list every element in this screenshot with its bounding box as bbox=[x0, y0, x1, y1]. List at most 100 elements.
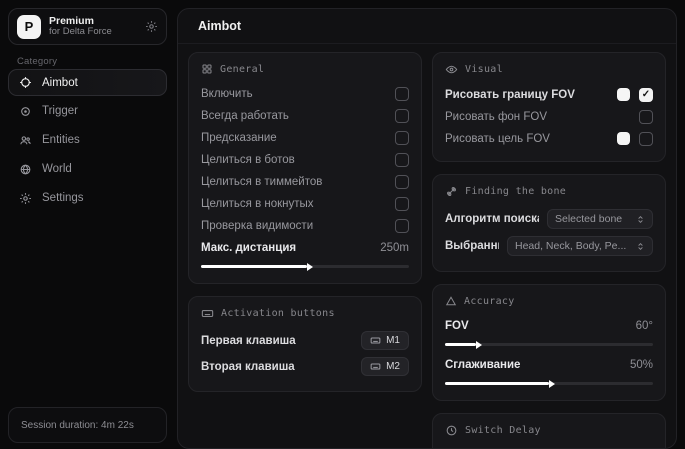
slider-thumb[interactable] bbox=[307, 263, 313, 271]
keybind-label: Вторая клавиша bbox=[201, 361, 353, 373]
sidebar-item-label: Settings bbox=[42, 192, 84, 204]
checkbox[interactable] bbox=[639, 132, 653, 146]
toggle-row: Задержка переключения bbox=[445, 445, 653, 449]
keybind-row: Вторая клавиша M2 bbox=[201, 354, 409, 379]
card-general-header: General bbox=[201, 63, 409, 75]
slider-value: 250m bbox=[380, 242, 409, 254]
toggle-label: Предсказание bbox=[201, 132, 387, 144]
sidebar-nav: Aimbot Trigger Entities bbox=[8, 69, 167, 213]
slider-thumb[interactable] bbox=[549, 380, 555, 388]
crosshair-icon bbox=[19, 76, 32, 89]
toggle-row: Предсказание bbox=[201, 127, 409, 148]
card-general: General Включить Всегда работать Предска… bbox=[188, 52, 422, 284]
sidebar-item-label: Entities bbox=[42, 134, 80, 146]
sidebar-item-entities[interactable]: Entities bbox=[8, 126, 167, 154]
sidebar-item-world[interactable]: World bbox=[8, 155, 167, 183]
card-bone-header: Finding the bone bbox=[445, 185, 653, 198]
toggle-label: Всегда работать bbox=[201, 110, 387, 122]
grid-icon bbox=[201, 63, 213, 75]
sidebar: P Premium for Delta Force Category bbox=[0, 0, 175, 449]
checkbox[interactable] bbox=[639, 110, 653, 124]
bone-icon bbox=[445, 185, 458, 198]
fov-slider[interactable] bbox=[445, 343, 653, 346]
chevron-updown-icon bbox=[636, 215, 645, 224]
card-visual-header: Visual bbox=[445, 63, 653, 76]
brand-text: Premium for Delta Force bbox=[49, 15, 137, 38]
slider-thumb[interactable] bbox=[476, 341, 482, 349]
slider-label: Сглаживание bbox=[445, 359, 622, 371]
toggle-row: Проверка видимости bbox=[201, 215, 409, 236]
sidebar-item-label: Aimbot bbox=[42, 77, 78, 89]
session-duration: Session duration: 4m 22s bbox=[8, 407, 167, 443]
dropdown-label: Алгоритм поиска костей bbox=[445, 213, 539, 225]
slider-value: 60° bbox=[636, 320, 653, 332]
keyboard-icon bbox=[370, 335, 381, 346]
brand-subtitle: for Delta Force bbox=[49, 27, 137, 38]
dropdown-value: Head, Neck, Body, Pe... bbox=[515, 240, 626, 252]
bone-algorithm-select[interactable]: Selected bone bbox=[547, 209, 653, 229]
checkbox[interactable] bbox=[639, 88, 653, 102]
keybind-value: M1 bbox=[386, 335, 400, 346]
card-switch-delay: Switch Delay Задержка переключения Задер… bbox=[432, 413, 666, 449]
visual-label: Рисовать границу FOV bbox=[445, 89, 609, 101]
card-title: Activation buttons bbox=[221, 308, 335, 319]
checkbox[interactable] bbox=[395, 153, 409, 167]
card-activation-header: Activation buttons bbox=[201, 307, 409, 320]
slider-row: Сглаживание 50% bbox=[445, 354, 653, 375]
checkbox[interactable] bbox=[395, 175, 409, 189]
sidebar-item-settings[interactable]: Settings bbox=[8, 184, 167, 212]
dropdown-label: Выбранные кости bbox=[445, 240, 499, 252]
keybind-row: Первая клавиша M1 bbox=[201, 328, 409, 353]
card-title: Visual bbox=[465, 64, 503, 75]
keyboard-icon bbox=[201, 307, 214, 320]
card-title: Finding the bone bbox=[465, 186, 566, 197]
keybind-value: M2 bbox=[386, 361, 400, 372]
app-window: P Premium for Delta Force Category bbox=[0, 0, 685, 449]
sidebar-item-label: World bbox=[42, 163, 72, 175]
checkbox[interactable] bbox=[395, 197, 409, 211]
triangle-icon bbox=[445, 295, 457, 307]
gear-icon[interactable] bbox=[145, 20, 158, 33]
checkbox[interactable] bbox=[395, 219, 409, 233]
main-panel: Aimbot General bbox=[177, 8, 677, 449]
max-distance-slider[interactable] bbox=[201, 265, 409, 268]
checkbox[interactable] bbox=[395, 109, 409, 123]
card-title: Accuracy bbox=[464, 296, 515, 307]
toggle-label: Проверка видимости bbox=[201, 220, 387, 232]
toggle-label: Целиться в нокнутых bbox=[201, 198, 387, 210]
visual-label: Рисовать фон FOV bbox=[445, 111, 631, 123]
keybind-button-m1[interactable]: M1 bbox=[361, 331, 409, 350]
card-title: General bbox=[220, 64, 264, 75]
card-finding-bone: Finding the bone Алгоритм поиска костей … bbox=[432, 174, 666, 272]
brand-box: P Premium for Delta Force bbox=[8, 8, 167, 45]
color-swatch[interactable] bbox=[617, 88, 630, 101]
dropdown-row: Алгоритм поиска костей Selected bone bbox=[445, 206, 653, 232]
sidebar-item-aimbot[interactable]: Aimbot bbox=[8, 69, 167, 96]
visual-label: Рисовать цель FOV bbox=[445, 133, 609, 145]
card-accuracy: Accuracy FOV 60° Сглаживание 50% bbox=[432, 284, 666, 401]
page-title: Aimbot bbox=[178, 9, 676, 44]
card-title: Switch Delay bbox=[465, 425, 541, 436]
sidebar-item-trigger[interactable]: Trigger bbox=[8, 97, 167, 125]
gear-icon bbox=[19, 192, 32, 205]
visual-row: Рисовать цель FOV bbox=[445, 128, 653, 149]
content-columns: General Включить Всегда работать Предска… bbox=[178, 44, 676, 449]
globe-icon bbox=[19, 163, 32, 176]
color-swatch[interactable] bbox=[617, 132, 630, 145]
selected-bones-select[interactable]: Head, Neck, Body, Pe... bbox=[507, 236, 653, 256]
toggle-row: Включить bbox=[201, 83, 409, 104]
keyboard-icon bbox=[370, 361, 381, 372]
checkbox[interactable] bbox=[395, 131, 409, 145]
slider-label: FOV bbox=[445, 320, 628, 332]
smoothing-slider[interactable] bbox=[445, 382, 653, 385]
brand-logo: P bbox=[17, 15, 41, 39]
category-label: Category bbox=[17, 56, 57, 67]
toggle-row: Целиться в нокнутых bbox=[201, 193, 409, 214]
card-accuracy-header: Accuracy bbox=[445, 295, 653, 307]
clock-icon bbox=[445, 424, 458, 437]
slider-row: FOV 60° bbox=[445, 315, 653, 336]
checkbox[interactable] bbox=[395, 87, 409, 101]
keybind-button-m2[interactable]: M2 bbox=[361, 357, 409, 376]
chevron-updown-icon bbox=[636, 242, 645, 251]
slider-value: 50% bbox=[630, 359, 653, 371]
